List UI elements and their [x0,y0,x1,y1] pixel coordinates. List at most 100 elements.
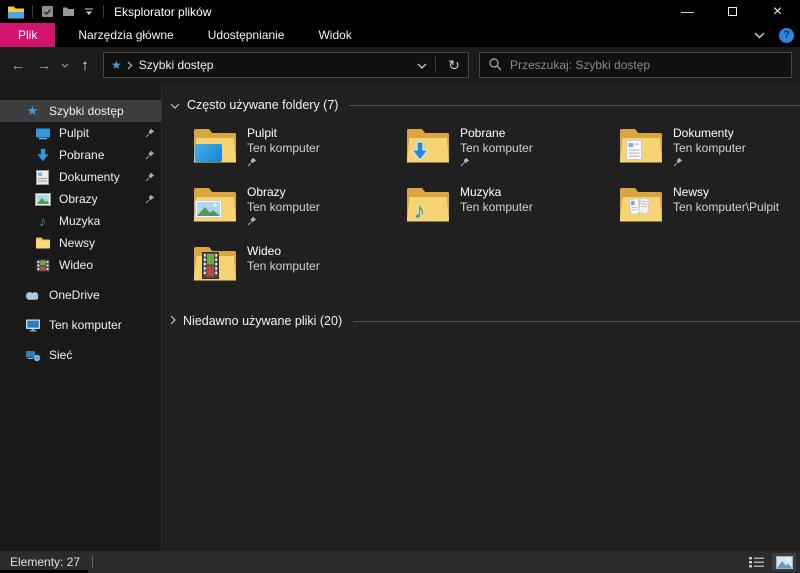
folder-tile-obrazy[interactable]: Obrazy Ten komputer [192,184,405,226]
tab-home[interactable]: Narzędzia główne [67,23,184,47]
pin-icon [247,215,320,226]
navigation-pane: ★ Szybki dostęp Pulpit Pobrane Dokumenty… [0,83,162,551]
sidebar-item-this-pc[interactable]: Ten komputer [0,314,161,336]
folder-name: Dokumenty [673,126,734,140]
files-glyph [627,195,651,220]
download-arrow-icon [34,147,51,163]
chevron-down-icon [170,98,180,112]
network-icon [24,347,41,363]
folder-tile-pulpit[interactable]: Pulpit Ten komputer [192,125,405,167]
address-bar[interactable]: ★ Szybki dostęp ↻ [103,52,469,78]
new-folder-icon[interactable] [61,4,75,20]
tab-file[interactable]: Plik [0,23,56,47]
toolbar-separator [32,5,33,18]
photo-glyph [195,200,222,221]
folder-name: Muzyka [460,185,502,199]
sidebar-item-music[interactable]: ♪ Muzyka [0,210,161,232]
section-frequent-folders[interactable]: Często używane foldery (7) [170,95,800,115]
search-input[interactable] [510,58,783,72]
search-box[interactable] [479,52,792,78]
download-arrow-glyph [410,141,430,164]
folder-location: Ten komputer [247,259,320,273]
sidebar-item-onedrive[interactable]: OneDrive [0,284,161,306]
address-dropdown-icon[interactable] [417,58,427,72]
forward-button[interactable]: → [32,52,56,78]
folder-name: Newsy [673,185,710,199]
maximize-icon [728,7,737,16]
folder-tile-pobrane[interactable]: Pobrane Ten komputer [405,125,618,167]
tab-share[interactable]: Udostępnianie [197,23,296,47]
up-button[interactable]: ↑ [73,52,97,78]
pin-icon [145,172,155,182]
minimize-button[interactable]: — [665,0,710,23]
folder-name: Obrazy [247,185,286,199]
file-explorer-window: Eksplorator plików — × Plik Narzędzia gł… [0,0,800,573]
sidebar-item-newsy[interactable]: Newsy [0,232,161,254]
folder-tile-newsy[interactable]: Newsy Ten komputer\Pulpit [618,184,800,226]
window-title: Eksplorator plików [114,4,212,19]
folder-location: Ten komputer\Pulpit [673,200,780,214]
section-title: Często używane foldery (7) [187,98,339,112]
section-rule [353,320,800,322]
folder-tile-wideo[interactable]: Wideo Ten komputer [192,243,405,285]
desktop-monitor-icon [34,125,51,141]
computer-icon [24,317,41,333]
cloud-icon [24,287,41,303]
pin-icon [145,128,155,138]
music-note-icon: ♪ [39,213,46,229]
folder-location: Ten komputer [460,200,533,214]
sidebar-item-pictures[interactable]: Obrazy [0,188,161,210]
folder-name: Wideo [247,244,282,258]
sidebar-item-downloads[interactable]: Pobrane [0,144,161,166]
refresh-button[interactable]: ↻ [444,54,464,76]
folder-location: Ten komputer [247,200,320,214]
section-title: Niedawno używane pliki (20) [183,314,343,328]
pin-icon [145,150,155,160]
search-icon [488,57,502,74]
sidebar-item-videos[interactable]: Wideo [0,254,161,276]
details-view-button[interactable] [744,553,768,571]
tab-view[interactable]: Widok [307,23,362,47]
large-icons-view-button[interactable] [772,553,796,571]
items-count: Elementy: 27 [10,555,81,569]
breadcrumb-chevron-icon[interactable] [127,61,133,70]
quick-access-star-icon: ★ [111,58,122,72]
folder-video-icon [192,243,238,283]
address-divider [435,57,436,73]
quick-access-toolbar: Eksplorator plików [0,4,211,20]
title-bar: Eksplorator plików — × [0,0,800,23]
folder-tile-dokumenty[interactable]: Dokumenty Ten komputer [618,125,800,167]
pin-icon [145,194,155,204]
pin-placeholder [673,215,779,226]
sidebar-item-documents[interactable]: Dokumenty [0,166,161,188]
close-button[interactable]: × [755,0,800,23]
sidebar-item-quick-access[interactable]: ★ Szybki dostęp [0,100,161,122]
recent-locations-dropdown-icon[interactable] [58,52,71,78]
properties-icon[interactable] [40,4,54,20]
folder-files-icon [618,184,664,224]
toolbar-separator [103,5,104,18]
chevron-right-icon [170,314,176,328]
back-button[interactable]: ← [6,52,30,78]
expand-ribbon-icon[interactable] [754,28,765,42]
pin-icon [247,156,320,167]
folder-location: Ten komputer [247,141,320,155]
folder-music-icon: ♪ [405,184,451,224]
picture-icon [34,191,51,207]
navigation-bar: ← → ↑ ★ Szybki dostęp ↻ [0,47,800,83]
folder-view: Często używane foldery (7) Pulpit Ten ko… [162,83,800,551]
customize-toolbar-dropdown-icon[interactable] [82,4,96,20]
maximize-button[interactable] [710,0,755,23]
frequent-folders-grid: Pulpit Ten komputer Pobrane Ten komputer [192,125,800,285]
folder-name: Pulpit [247,126,278,140]
filmstrip-glyph [202,252,219,282]
sidebar-item-desktop[interactable]: Pulpit [0,122,161,144]
pin-icon [460,156,533,167]
breadcrumb-current-location[interactable]: Szybki dostęp [139,58,214,72]
document-page-glyph [626,140,642,163]
folder-downloads-icon [405,125,451,165]
help-icon[interactable]: ? [779,27,794,43]
folder-tile-muzyka[interactable]: ♪ Muzyka Ten komputer [405,184,618,226]
section-recent-files[interactable]: Niedawno używane pliki (20) [170,311,800,331]
sidebar-item-network[interactable]: Sieć [0,344,161,366]
